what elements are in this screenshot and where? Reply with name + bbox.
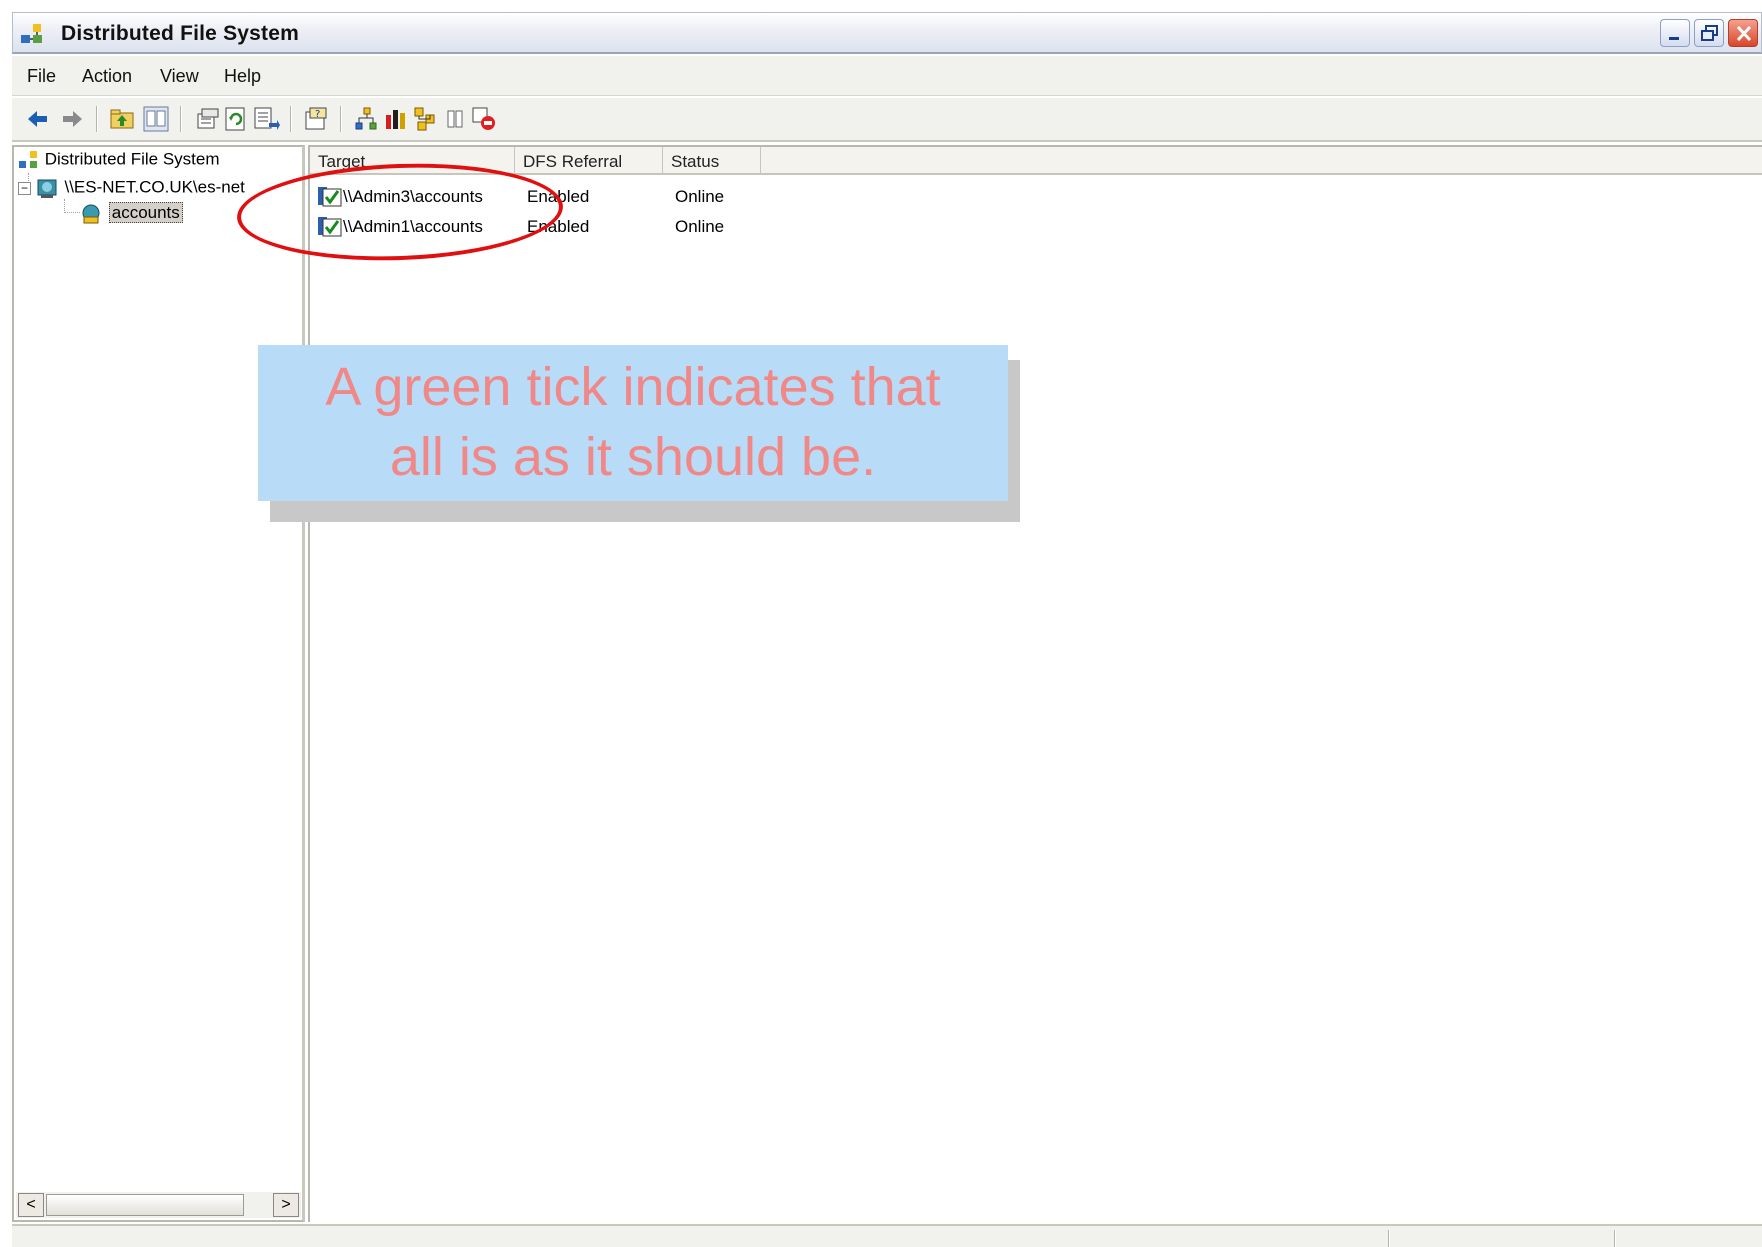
status-separator — [1388, 1230, 1390, 1247]
tree-collapse-toggle[interactable]: − — [18, 181, 31, 195]
properties-icon[interactable] — [192, 105, 220, 133]
toolbar-separator — [290, 106, 292, 132]
restore-icon — [1701, 25, 1718, 41]
scroll-left-button[interactable]: < — [18, 1193, 44, 1217]
tree-connector — [64, 199, 80, 213]
window-title: Distributed File System — [61, 22, 299, 45]
status-separator — [1614, 1230, 1616, 1247]
minimize-icon — [1669, 37, 1679, 40]
open-icon[interactable] — [412, 105, 440, 133]
toolbar-separator — [96, 106, 98, 132]
annotation-callout: A green tick indicates that all is as it… — [258, 345, 1008, 501]
row-status: Online — [675, 217, 725, 236]
toolbar: ? — [12, 98, 1762, 142]
close-icon — [1736, 25, 1752, 42]
help-icon[interactable]: ? — [302, 105, 330, 133]
dfs-namespace-icon — [37, 179, 57, 198]
check-status-icon[interactable] — [382, 105, 410, 133]
title-bar: Distributed File System — [12, 12, 1762, 54]
column-header-dfs-referral[interactable]: DFS Referral — [515, 147, 663, 175]
scroll-right-button[interactable]: > — [273, 1193, 299, 1217]
column-header-empty — [761, 147, 1762, 175]
refresh-icon[interactable] — [222, 105, 250, 133]
menu-action[interactable]: Action — [82, 66, 132, 87]
close-button[interactable] — [1728, 19, 1758, 47]
dfs-app-icon — [21, 24, 42, 43]
horizontal-scrollbar[interactable]: < > — [16, 1192, 301, 1218]
tree-pane: Distributed File System − \\ES-NET.CO.UK… — [12, 145, 305, 1222]
svg-text:?: ? — [315, 109, 320, 120]
stop-icon[interactable] — [470, 105, 498, 133]
show-hide-tree-icon[interactable] — [142, 105, 170, 133]
scroll-thumb[interactable] — [46, 1194, 244, 1216]
tree-domain-node[interactable]: − \\ES-NET.CO.UK\es-net — [18, 177, 245, 199]
back-arrow-icon[interactable] — [24, 105, 52, 133]
minimize-button[interactable] — [1660, 19, 1690, 47]
menu-view[interactable]: View — [160, 66, 199, 87]
filter-icon[interactable] — [442, 105, 470, 133]
export-list-icon[interactable] — [252, 105, 280, 133]
status-bar — [12, 1224, 1762, 1247]
column-header-status[interactable]: Status — [663, 147, 761, 175]
tree-link-label: accounts — [108, 202, 183, 224]
toolbar-separator — [340, 106, 342, 132]
row-status: Online — [675, 187, 725, 206]
callout-line-1: A green tick indicates that — [325, 357, 941, 417]
forward-arrow-icon[interactable] — [58, 105, 86, 133]
list-pane: Target DFS Referral Status \\Admin3\acco… — [308, 145, 1762, 1222]
restore-button[interactable] — [1694, 19, 1724, 47]
up-folder-icon[interactable] — [108, 105, 136, 133]
tree-root-label: Distributed File System — [44, 149, 220, 169]
tree-root[interactable]: Distributed File System — [18, 149, 220, 171]
dfs-link-icon — [82, 204, 100, 224]
menu-bar: File Action View Help — [12, 56, 1762, 96]
dfs-root-icon — [19, 151, 37, 168]
menu-file[interactable]: File — [27, 66, 56, 87]
tree-link-node[interactable]: accounts — [80, 202, 183, 225]
toolbar-separator — [180, 106, 182, 132]
callout-line-2: all is as it should be. — [389, 427, 877, 487]
menu-help[interactable]: Help — [224, 66, 261, 87]
new-root-icon[interactable] — [352, 105, 380, 133]
tree-domain-label: \\ES-NET.CO.UK\es-net — [64, 177, 245, 197]
